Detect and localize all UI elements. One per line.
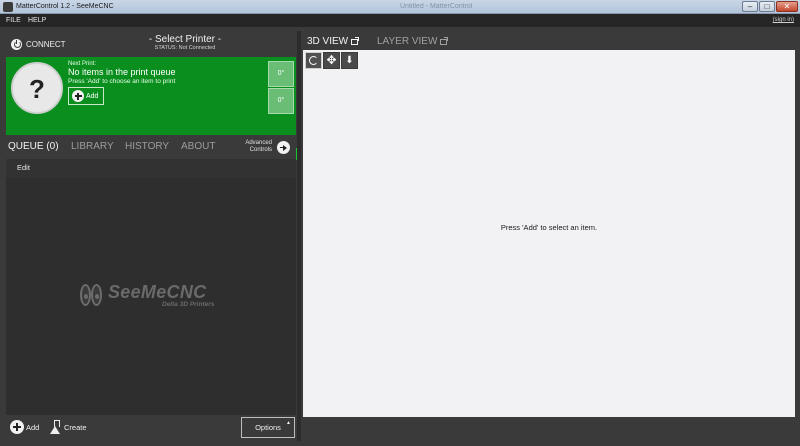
logo-brand: SeeMeCNC (108, 282, 207, 302)
options-button[interactable]: Options ▲ (241, 417, 295, 438)
minimize-button[interactable]: – (742, 1, 758, 12)
logo-eyes-icon (80, 284, 104, 308)
viewport-hint: Press 'Add' to select an item. (500, 223, 598, 232)
add-item-label: Add (86, 92, 99, 100)
title-bar[interactable]: MatterControl 1.2 - SeeMeCNC Untitled - … (0, 0, 800, 14)
rotate-icon (309, 56, 318, 65)
sign-in-link[interactable]: (sign in) (773, 16, 794, 25)
view-tools: ✥ ⬇ (305, 52, 358, 69)
tab-library[interactable]: LIBRARY (71, 141, 114, 153)
connect-button[interactable]: CONNECT (11, 36, 66, 52)
panel-splitter[interactable] (297, 31, 301, 441)
queue-add-button[interactable]: Add (10, 420, 39, 434)
background-window-title: Untitled - MatterControl (400, 3, 473, 10)
printer-name: - Select Printer - (148, 34, 222, 45)
next-print-hint: Press 'Add' to choose an item to print (68, 78, 176, 85)
advanced-controls-label-2: Controls (249, 147, 272, 153)
queue-edit-bar: Edit (6, 159, 296, 178)
add-item-button[interactable]: Add (68, 87, 104, 105)
left-panel: CONNECT - Select Printer - STATUS: Not C… (5, 31, 297, 441)
logo-eye-left (80, 284, 91, 306)
move-icon: ✥ (326, 53, 337, 67)
tab-3d-view[interactable]: 3D VIEW (307, 36, 360, 48)
edit-button[interactable]: Edit (17, 163, 30, 172)
options-label: Options (255, 423, 281, 432)
plus-icon (10, 420, 24, 434)
tab-layer-view[interactable]: LAYER VIEW (377, 36, 449, 48)
menu-help[interactable]: HELP (28, 15, 46, 26)
close-button[interactable]: ✕ (776, 1, 798, 12)
queue-footer: Add Create Options ▲ (6, 415, 296, 441)
advanced-controls-button[interactable]: Advanced Controls (242, 140, 272, 154)
tab-queue[interactable]: QUEUE (0) (8, 141, 59, 153)
menu-file[interactable]: FILE (6, 15, 21, 26)
create-button[interactable]: Create (50, 420, 87, 434)
print-item-thumbnail: ? (11, 62, 63, 114)
popout-icon[interactable] (440, 37, 449, 45)
scale-tool-button[interactable]: ⬇ (341, 52, 358, 69)
queue-list[interactable]: SeeMeCNC Delta 3D Printers (6, 178, 296, 415)
rotate-tool-button[interactable] (305, 52, 322, 69)
tab-layer-view-label: LAYER VIEW (377, 36, 438, 47)
popout-icon[interactable] (351, 37, 360, 45)
tab-about[interactable]: ABOUT (181, 141, 215, 153)
tab-3d-view-label: 3D VIEW (307, 36, 349, 47)
right-panel: 3D VIEW LAYER VIEW ✥ ⬇ Press 'Add' to se… (302, 31, 796, 441)
queue-add-label: Add (26, 422, 40, 432)
seemecnc-logo: SeeMeCNC Delta 3D Printers (80, 282, 230, 312)
next-print-panel: ? Next Print: No items in the print queu… (6, 57, 297, 160)
caret-up-icon: ▲ (286, 420, 291, 426)
create-label: Create (64, 422, 87, 432)
maximize-button[interactable]: □ (759, 1, 775, 12)
app-icon (3, 2, 13, 12)
move-tool-button[interactable]: ✥ (323, 52, 340, 69)
advanced-controls-label-1: Advanced (245, 140, 272, 146)
printer-status: STATUS: Not Connected (154, 45, 216, 51)
arrow-right-icon[interactable] (277, 141, 290, 154)
logo-eye-right (91, 284, 102, 306)
power-icon (11, 38, 22, 50)
plus-icon (72, 90, 84, 102)
queue-tabs: QUEUE (0) LIBRARY HISTORY ABOUT Advanced… (5, 135, 296, 159)
right-footer (302, 417, 796, 441)
window-title: MatterControl 1.2 - SeeMeCNC (16, 3, 114, 10)
tab-history[interactable]: HISTORY (125, 141, 169, 153)
logo-tagline: Delta 3D Printers (162, 301, 215, 308)
3d-viewport[interactable]: ✥ ⬇ Press 'Add' to select an item. (303, 50, 795, 417)
printer-connection-bar: CONNECT - Select Printer - STATUS: Not C… (5, 31, 296, 57)
connect-label: CONNECT (26, 39, 66, 49)
down-arrow-icon: ⬇ (345, 55, 354, 66)
printer-selector[interactable]: - Select Printer - STATUS: Not Connected (135, 34, 235, 52)
flask-icon (50, 420, 61, 434)
menu-bar: FILE HELP (sign in) (0, 14, 800, 27)
next-print-title: No items in the print queue (68, 67, 176, 77)
matter-control-window: MatterControl 1.2 - SeeMeCNC Untitled - … (0, 0, 800, 446)
bed-temperature[interactable]: 0° (268, 88, 294, 114)
extruder-temperature[interactable]: 0° (268, 61, 294, 87)
